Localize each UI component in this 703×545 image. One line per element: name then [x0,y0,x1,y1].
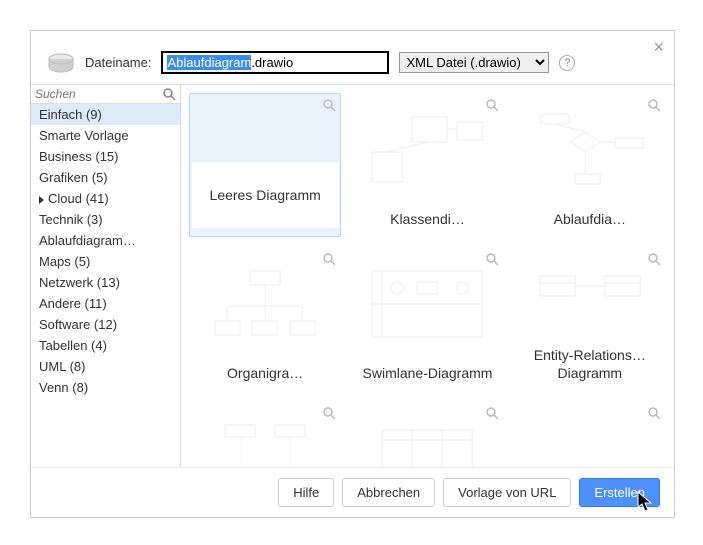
sidebar-item-business[interactable]: Business (15) [31,146,180,167]
template-grid: Leeres Diagramm Klassendi… Ablaufdia… Or… [181,85,674,467]
sidebar-item-einfach[interactable]: Einfach (9) [31,104,180,125]
new-file-dialog: × Dateiname: Ablaufdiagram.drawio XML Da… [30,30,675,518]
template-thumb [362,112,492,188]
filename-label: Dateiname: [85,55,151,70]
category-list: Einfach (9) Smarte Vorlage Business (15)… [31,104,180,467]
sidebar-item-netzwerk[interactable]: Netzwerk (13) [31,272,180,293]
template-from-url-button[interactable]: Vorlage von URL [443,478,571,507]
sidebar-item-ablauf[interactable]: Ablaufdiagram… [31,230,180,251]
sidebar-item-andere[interactable]: Andere (11) [31,293,180,314]
template-blank[interactable]: Leeres Diagramm [189,93,341,237]
template-label: Ablaufdia… [548,210,632,228]
help-icon[interactable]: ? [559,55,575,71]
disk-icon [47,52,75,74]
template-label: Organigra… [221,364,309,382]
template-thumb [525,112,655,188]
sidebar-item-smarte[interactable]: Smarte Vorlage [31,125,180,146]
template-thumb [200,266,330,342]
zoom-icon[interactable] [647,252,661,266]
template-cross[interactable]: Cross- [514,401,666,467]
template-flowchart[interactable]: Ablaufdia… [514,93,666,237]
zoom-icon[interactable] [485,406,499,420]
dialog-header: Dateiname: Ablaufdiagram.drawio XML Date… [31,31,674,84]
help-button[interactable]: Hilfe [278,478,334,507]
template-label: Klassendi… [384,210,471,228]
search-input[interactable] [35,87,162,101]
chevron-right-icon [39,196,44,204]
filename-input[interactable]: Ablaufdiagram.drawio [161,51,389,74]
zoom-icon[interactable] [322,252,336,266]
zoom-icon[interactable] [485,98,499,112]
sidebar-item-technik[interactable]: Technik (3) [31,209,180,230]
zoom-icon[interactable] [322,406,336,420]
zoom-icon[interactable] [647,98,661,112]
template-orgchart[interactable]: Organigra… [189,247,341,391]
template-label: Leeres Diagramm [192,162,339,228]
search-icon[interactable] [162,87,176,101]
format-select[interactable]: XML Datei (.drawio) [399,52,549,73]
template-sequence[interactable]: Sequence [189,401,341,467]
template-label: Entity-Relations…Diagramm [515,346,665,382]
template-class[interactable]: Klassendi… [351,93,503,237]
dialog-footer: Hilfe Abbrechen Vorlage von URL Erstelle… [31,467,674,517]
search-row [31,85,180,104]
sidebar-item-tabellen[interactable]: Tabellen (4) [31,335,180,356]
sidebar-item-cloud[interactable]: Cloud (41) [31,188,180,209]
template-thumb [362,420,492,467]
template-swimlane[interactable]: Swimlane-Diagramm [351,247,503,391]
create-button[interactable]: Erstellen [579,478,660,507]
template-erd[interactable]: Entity-Relations…Diagramm [514,247,666,391]
template-label: Swimlane-Diagramm [357,364,499,382]
zoom-icon[interactable] [485,252,499,266]
close-icon[interactable]: × [653,37,664,58]
template-simple[interactable]: Simple [351,401,503,467]
sidebar-item-maps[interactable]: Maps (5) [31,251,180,272]
cancel-button[interactable]: Abbrechen [342,478,435,507]
template-thumb [200,420,330,467]
template-thumb [525,266,655,342]
zoom-icon[interactable] [647,406,661,420]
sidebar-item-uml[interactable]: UML (8) [31,356,180,377]
sidebar: Einfach (9) Smarte Vorlage Business (15)… [31,85,181,467]
dialog-body: Einfach (9) Smarte Vorlage Business (15)… [31,84,674,467]
sidebar-item-grafiken[interactable]: Grafiken (5) [31,167,180,188]
template-thumb [362,266,492,342]
sidebar-item-venn[interactable]: Venn (8) [31,377,180,398]
sidebar-item-software[interactable]: Software (12) [31,314,180,335]
zoom-icon[interactable] [322,98,336,112]
